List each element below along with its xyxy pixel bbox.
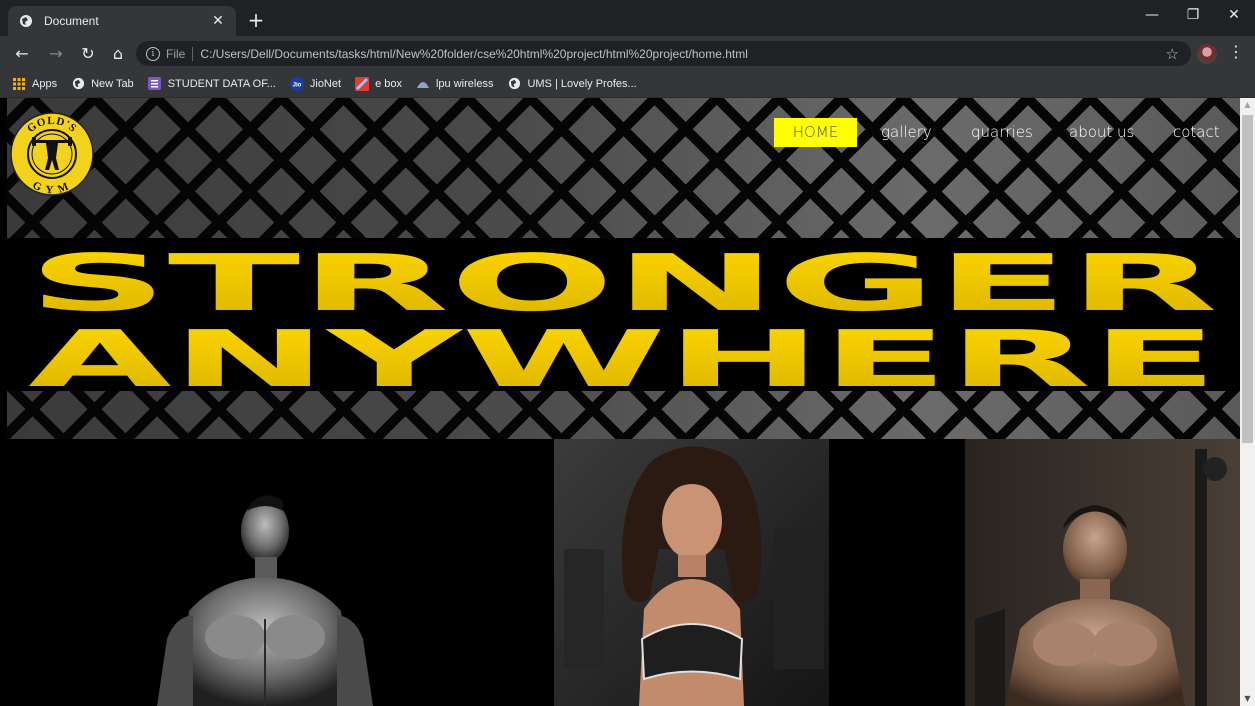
bookmark-lpu-wireless[interactable]: lpu wireless <box>416 77 493 91</box>
url-text[interactable]: C:/Users/Dell/Documents/tasks/html/New%2… <box>200 47 1165 61</box>
nav-contact[interactable]: cotact <box>1159 118 1234 147</box>
browser-toolbar: ← → ↻ ⌂ i File C:/Users/Dell/Documents/t… <box>0 36 1255 70</box>
back-arrow-icon[interactable]: ← <box>10 41 34 65</box>
address-bar[interactable]: i File C:/Users/Dell/Documents/tasks/htm… <box>136 41 1191 66</box>
close-icon[interactable]: ✕ <box>210 13 226 29</box>
bookmark-new-tab[interactable]: New Tab <box>71 77 134 91</box>
new-tab-button[interactable]: + <box>244 9 268 33</box>
bookmark-label: e box <box>375 77 402 90</box>
divider <box>192 46 194 61</box>
scroll-thumb[interactable] <box>1242 115 1253 443</box>
gallery-photo-1[interactable] <box>7 439 555 706</box>
bookmark-label: UMS | Lovely Profes... <box>527 77 637 90</box>
page-scrollbar[interactable]: ▲ ▼ <box>1240 98 1255 706</box>
gallery-photo-3[interactable] <box>965 439 1240 706</box>
url-scheme: File <box>166 46 186 61</box>
scroll-up-arrow-icon[interactable]: ▲ <box>1240 98 1255 112</box>
page-viewport: GOLD'S GYM HOME gallery quarries about u… <box>7 98 1240 706</box>
browser-tab[interactable]: Document ✕ <box>8 6 236 36</box>
nav-about-us[interactable]: about us <box>1055 118 1148 147</box>
bookmark-ebox[interactable]: e box <box>355 76 402 91</box>
bookmark-label: STUDENT DATA OF... <box>167 77 276 90</box>
bookmark-label: JioNet <box>309 77 342 90</box>
main-nav: HOME gallery quarries about us cotact <box>7 118 1240 148</box>
photo-gallery-row <box>7 439 1240 706</box>
bookmark-label: lpu wireless <box>435 77 494 90</box>
nav-home[interactable]: HOME <box>774 118 857 147</box>
profile-avatar[interactable] <box>1197 44 1217 64</box>
globe-icon <box>18 13 34 29</box>
home-icon[interactable]: ⌂ <box>106 41 130 65</box>
apps-grid-icon <box>12 77 26 91</box>
bookmark-label: New Tab <box>91 77 134 90</box>
menu-dots-icon[interactable]: ⋮ <box>1228 42 1244 61</box>
forward-arrow-icon[interactable]: → <box>44 41 68 65</box>
tab-title: Document <box>44 14 99 28</box>
svg-text:Jio: Jio <box>293 82 302 88</box>
nav-quarries[interactable]: quarries <box>957 118 1047 147</box>
close-window-button[interactable]: ✕ <box>1214 0 1254 30</box>
hero-banner: STRONGER ANYWHERE <box>7 238 1240 391</box>
banner-graphic: STRONGER ANYWHERE <box>28 239 1218 391</box>
globe-icon <box>507 77 521 91</box>
ebox-icon <box>355 76 370 91</box>
nav-gallery[interactable]: gallery <box>867 118 946 147</box>
globe-icon <box>71 77 85 91</box>
bookmark-apps[interactable]: Apps <box>12 77 57 91</box>
bookmark-label: Apps <box>32 77 58 90</box>
banner-line-2: ANYWHERE <box>28 315 1218 391</box>
scroll-down-arrow-icon[interactable]: ▼ <box>1240 692 1255 706</box>
tab-strip: Document ✕ + — ❐ ✕ <box>0 0 1255 36</box>
info-icon[interactable]: i <box>146 46 160 61</box>
reload-icon[interactable]: ↻ <box>76 41 100 65</box>
cloud-icon <box>416 77 430 91</box>
list-icon <box>148 77 162 91</box>
hero-section: GOLD'S GYM HOME gallery quarries about u… <box>7 98 1240 439</box>
bookmark-ums[interactable]: UMS | Lovely Profes... <box>507 77 637 91</box>
bookmark-student-data[interactable]: STUDENT DATA OF... <box>148 77 276 91</box>
bookmark-jionet[interactable]: Jio JioNet <box>289 76 342 91</box>
restore-button[interactable]: ❐ <box>1173 0 1213 30</box>
jio-icon: Jio <box>289 76 304 91</box>
bookmarks-bar: Apps New Tab STUDENT DATA OF... Jio JioN… <box>0 70 1255 98</box>
gallery-photo-2[interactable] <box>554 439 829 706</box>
minimize-button[interactable]: — <box>1132 0 1172 30</box>
bookmark-star-icon[interactable]: ☆ <box>1166 45 1179 63</box>
